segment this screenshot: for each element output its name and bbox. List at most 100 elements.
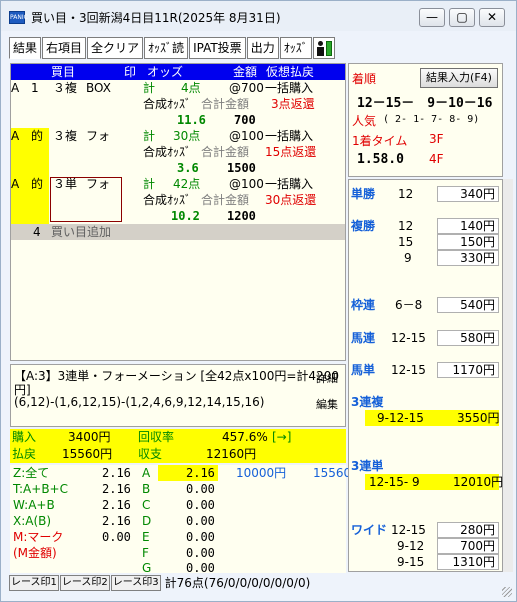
- sim-label: X:A(B): [13, 514, 52, 528]
- wide-combo: 12-15: [391, 523, 426, 537]
- sim-value: 0.00: [186, 498, 215, 512]
- tab-output[interactable]: 出力: [246, 37, 279, 59]
- wide-combo: 9-15: [397, 555, 425, 569]
- rate-arrow-button[interactable]: [→]: [272, 429, 291, 446]
- header-amount: 金額: [233, 65, 258, 79]
- place-combo: 12: [398, 219, 414, 233]
- quinella-combo: 12-15: [391, 331, 426, 345]
- sim-value: 0.00: [186, 546, 215, 560]
- count-label: 計: [143, 129, 156, 143]
- sim-label: T:A+B+C: [13, 482, 68, 496]
- window-title: 買い目・3回新潟4日目11R(2025年 8月31日): [31, 11, 281, 25]
- payouts-scrollbar[interactable]: [503, 179, 513, 572]
- sim-value: 2.16: [102, 482, 131, 496]
- close-button[interactable]: ✕: [479, 8, 505, 27]
- sim-value: 2.16: [102, 498, 131, 512]
- f3-label: 3F: [429, 132, 444, 146]
- bet-type: ３複: [53, 129, 78, 143]
- trifecta-label: 3連単: [351, 459, 384, 473]
- exacta-amount: 1170円: [437, 362, 499, 378]
- wide-combo: 9-12: [397, 539, 425, 553]
- detail-button[interactable]: 詳細: [312, 369, 342, 389]
- total-label: 合計金額: [201, 97, 250, 111]
- race-mark-1-button[interactable]: レース印1: [9, 575, 59, 591]
- bet-method: BOX: [86, 81, 111, 95]
- count-label: 計: [143, 81, 156, 95]
- bet-tag: A: [11, 177, 20, 191]
- detail-line-3: (6,12)-(1,6,12,15)-(1,2,4,6,9,12,14,15,1…: [14, 395, 265, 409]
- sim-value: 0.00: [102, 530, 131, 544]
- sim-value: 0.00: [186, 514, 215, 528]
- first-time-label: 1着タイム: [352, 134, 408, 148]
- exit-person-icon[interactable]: [312, 37, 335, 59]
- place-amount: 140円: [437, 218, 499, 234]
- status-bar: レース印1 レース印2 レース印3 計76点(76/0/0/0/0/0/0/0): [9, 575, 310, 591]
- refund-text: 15点返還: [265, 145, 317, 159]
- wide-amount: 1310円: [437, 554, 499, 570]
- quinella-amount: 580円: [437, 330, 499, 346]
- tab-clear-all[interactable]: 全クリア: [87, 37, 144, 59]
- place-amount: 330円: [437, 250, 499, 266]
- place-combo: 9: [404, 251, 412, 265]
- bet-num: 1: [31, 81, 39, 95]
- sim-label: B: [142, 482, 151, 496]
- header-buy: 買目: [51, 65, 76, 79]
- bet-total: 1500: [227, 161, 256, 175]
- exacta-label: 馬単: [351, 363, 376, 377]
- balance-amount: 12160円: [206, 447, 257, 461]
- purchase-label: 購入: [12, 430, 37, 444]
- sim-value: 2.16: [186, 466, 215, 480]
- refund-text: 3点返還: [271, 97, 315, 111]
- add-bet-label: 買い目追加: [51, 225, 112, 239]
- bet-method: フォ: [86, 177, 111, 191]
- tab-read-odds[interactable]: ｵｯｽﾞ読: [144, 37, 189, 59]
- sim-payout: 15560: [313, 466, 352, 480]
- bet-row[interactable]: A 1 ３複 BOX 計 4点 @700 一括購入 合成ｵｯｽﾞ 合計金額 3点…: [11, 80, 345, 128]
- rate-label: 回収率: [138, 430, 175, 444]
- total-label: 合計金額: [201, 145, 250, 159]
- app-icon: PANIC: [9, 11, 28, 24]
- sim-value: 0.00: [186, 482, 215, 496]
- tab-odds[interactable]: ｵｯｽﾞ: [279, 37, 312, 59]
- bet-unit: @100: [229, 129, 264, 143]
- detail-line-1: 【A:3】3連単・フォーメーション [全42点x100円=計4200: [14, 369, 339, 383]
- synth-label: 合成ｵｯｽﾞ: [143, 97, 192, 111]
- tab-results[interactable]: 結果: [9, 37, 42, 59]
- tab-ipat-vote[interactable]: IPAT投票: [189, 37, 246, 59]
- race-mark-3-button[interactable]: レース印3: [110, 575, 161, 591]
- bet-detail-box: 【A:3】3連単・フォーメーション [全42点x100円=計4200 円] (6…: [10, 364, 346, 427]
- sim-value: 0.00: [186, 561, 215, 575]
- purchase-mode: 一括購入: [265, 129, 314, 143]
- sim-label: A: [142, 466, 151, 480]
- resize-grip-icon[interactable]: [502, 587, 512, 597]
- tab-right-items[interactable]: 右項目: [42, 37, 87, 59]
- synth-odds: 3.6: [177, 161, 199, 175]
- payout-label: 払戻: [12, 447, 37, 461]
- race-mark-2-button[interactable]: レース印2: [59, 575, 110, 591]
- bet-total: 1200: [227, 209, 256, 223]
- bet-row[interactable]: A 的 ３単 フォ 計 42点 @100 一括購入 合成ｵｯｽﾞ 合計金額 30…: [11, 176, 345, 224]
- maximize-button[interactable]: ▢: [449, 8, 475, 27]
- bet-tag: A: [11, 81, 20, 95]
- edit-button[interactable]: 編集: [312, 395, 342, 415]
- bets-table: 買目 印 オッズ 金額 仮想払戻 A 1 ３複 BOX 計 4点 @700 一括…: [10, 63, 346, 361]
- bet-row[interactable]: A 的 ３複 フォ 計 30点 @100 一括購入 合成ｵｯｽﾞ 合計金額 15…: [11, 128, 345, 176]
- synth-label: 合成ｵｯｽﾞ: [143, 193, 192, 207]
- result-input-button[interactable]: 結果入力(F4): [420, 68, 498, 88]
- sim-label: E: [142, 530, 150, 544]
- add-row-num: 4: [33, 225, 41, 239]
- bet-count: 30点: [173, 129, 201, 143]
- payouts-panel: 単勝 12 340円 複勝 12 140円 15 150円 9 330円 枠連 …: [348, 179, 503, 572]
- add-bet-row[interactable]: 4 買い目追加: [11, 224, 345, 240]
- sim-value: 2.16: [102, 514, 131, 528]
- purchase-amount: 3400円: [68, 430, 111, 444]
- app-window: PANIC 買い目・3回新潟4日目11R(2025年 8月31日) — ▢ ✕ …: [0, 0, 517, 602]
- bet-method: フォ: [86, 129, 111, 143]
- sim-value: 2.16: [102, 466, 131, 480]
- sim-amount: 10000円: [236, 466, 287, 480]
- place-label: 複勝: [351, 219, 376, 233]
- sim-label: M:マーク: [13, 530, 64, 544]
- minimize-button[interactable]: —: [419, 8, 445, 27]
- trifecta-combo: 12-15- 9: [369, 475, 420, 489]
- bet-type: ３複: [53, 81, 78, 95]
